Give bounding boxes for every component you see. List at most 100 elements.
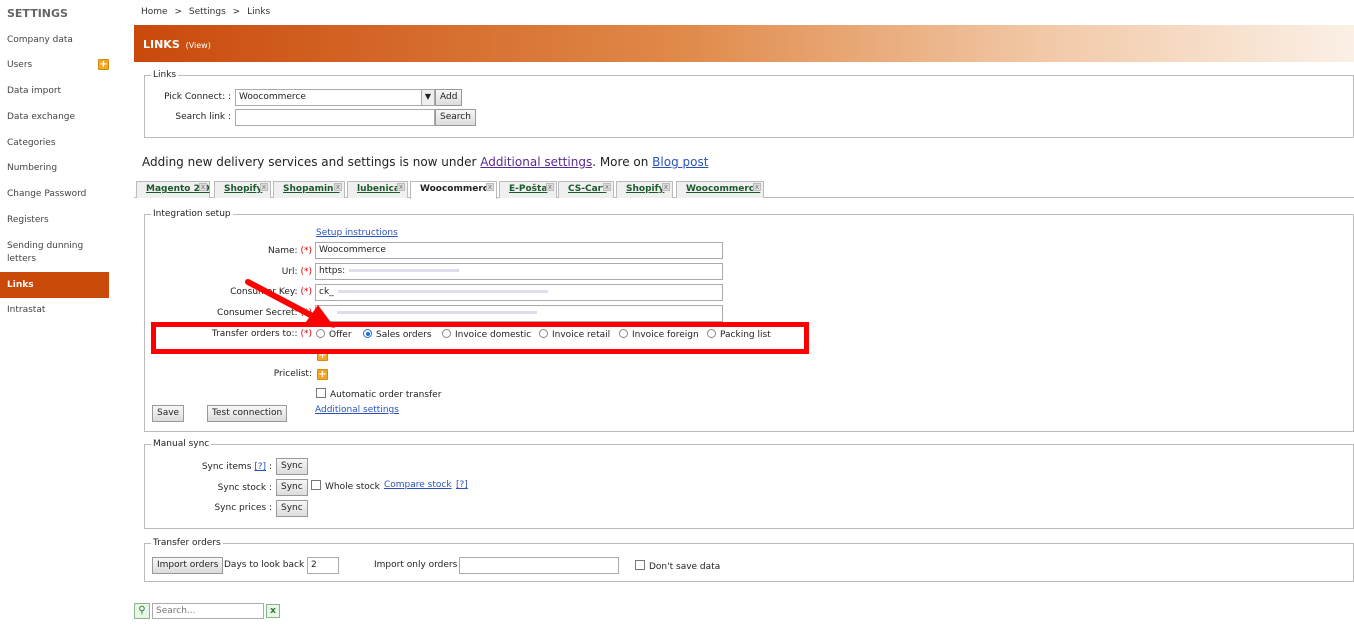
- breadcrumb-links: Links: [247, 7, 271, 17]
- pick-connect-label: Pick Connect: :: [164, 92, 231, 102]
- name-label: Name: (*): [200, 246, 312, 256]
- tab-woocommerce-2[interactable]: Woocommerce x: [676, 181, 764, 198]
- days-look-back-input[interactable]: 2: [307, 557, 339, 574]
- sync-stock-button[interactable]: Sync: [276, 479, 308, 496]
- sidebar-item-data-exchange[interactable]: Data exchange: [0, 111, 109, 124]
- close-icon[interactable]: x: [199, 183, 207, 191]
- sidebar-item-users[interactable]: Users +: [0, 59, 109, 72]
- additional-settings-link[interactable]: Additional settings: [480, 155, 592, 169]
- consumer-key-input[interactable]: ck_: [315, 284, 723, 301]
- tab-bar: Magento 2.0 x Shopify x Shopamine x lubenic…: [134, 179, 1354, 199]
- test-connection-button[interactable]: Test connection: [207, 405, 288, 422]
- whole-stock-checkbox[interactable]: Whole stock: [311, 480, 380, 492]
- import-orders-button[interactable]: Import orders: [152, 557, 224, 574]
- tab-label: Woocommerce: [420, 184, 495, 194]
- tab-label: lubenica: [357, 184, 400, 194]
- tab-label: Woocommerce: [686, 184, 761, 194]
- compare-stock-link[interactable]: Compare stock: [384, 480, 452, 490]
- close-icon[interactable]: x: [603, 183, 611, 191]
- page-title: LINKS (View): [143, 38, 211, 51]
- name-label-text: Name:: [268, 246, 298, 256]
- tab-label: Shopify: [224, 184, 263, 194]
- search-button[interactable]: Search: [435, 109, 476, 126]
- checkbox-label: Automatic order transfer: [330, 390, 442, 400]
- sidebar-item-data-import[interactable]: Data import: [0, 85, 109, 98]
- tab-shopify-2[interactable]: Shopify x: [616, 181, 673, 198]
- import-only-orders-label: Import only orders :: [374, 560, 464, 570]
- sidebar-item-company-data[interactable]: Company data: [0, 34, 109, 47]
- setup-instructions-link[interactable]: Setup instructions: [316, 228, 398, 238]
- sidebar-item-change-password[interactable]: Change Password: [0, 188, 109, 201]
- close-icon[interactable]: x: [753, 183, 761, 191]
- pick-connect-select[interactable]: Woocommerce ▼: [235, 89, 435, 106]
- tab-magento[interactable]: Magento 2.0 x: [136, 181, 210, 198]
- consumer-secret-input[interactable]: [315, 305, 723, 322]
- breadcrumb-separator: >: [232, 7, 241, 17]
- checkbox[interactable]: [635, 560, 645, 570]
- redacted-text: [349, 269, 460, 272]
- redacted-text: [337, 311, 537, 314]
- automatic-order-transfer-checkbox[interactable]: Automatic order transfer: [316, 388, 441, 400]
- blog-post-link[interactable]: Blog post: [652, 155, 708, 169]
- sidebar-item-numbering[interactable]: Numbering: [0, 162, 109, 175]
- notice-text-part: Adding new delivery services and setting…: [142, 155, 481, 169]
- add-user-icon[interactable]: +: [98, 59, 109, 70]
- close-icon[interactable]: x: [486, 183, 494, 191]
- add-pricelist-icon[interactable]: +: [317, 369, 328, 380]
- close-icon[interactable]: x: [397, 183, 405, 191]
- checkbox[interactable]: [311, 480, 321, 490]
- links-legend: Links: [153, 70, 177, 80]
- tab-shopamine[interactable]: Shopamine x: [273, 181, 345, 198]
- clear-icon[interactable]: x: [266, 604, 280, 618]
- tab-e-posta[interactable]: E-Pošta x: [499, 181, 557, 198]
- page-header: LINKS (View): [134, 25, 1354, 62]
- url-input[interactable]: https:: [315, 263, 723, 280]
- sidebar-item-label: Users: [7, 60, 33, 70]
- breadcrumb-settings[interactable]: Settings: [189, 7, 226, 17]
- sidebar-title: SETTINGS: [7, 7, 68, 20]
- add-button[interactable]: Add: [435, 89, 463, 106]
- tab-cs-cart[interactable]: CS-Cart x: [558, 181, 614, 198]
- sidebar-item-intrastat[interactable]: Intrastat: [0, 304, 109, 317]
- help-link[interactable]: [?]: [456, 480, 468, 490]
- tab-label: E-Pošta: [509, 184, 548, 194]
- chevron-down-icon[interactable]: ▼: [421, 90, 434, 105]
- view-link[interactable]: (View): [186, 41, 211, 50]
- transfer-orders-legend: Transfer orders: [153, 538, 221, 548]
- name-input[interactable]: Woocommerce: [315, 242, 723, 259]
- tab-label: Shopamine: [283, 184, 340, 194]
- search-icon[interactable]: ⚲: [134, 603, 150, 619]
- notice-text: Adding new delivery services and setting…: [142, 155, 708, 169]
- sidebar-item-categories[interactable]: Categories: [0, 137, 109, 150]
- tab-shopify[interactable]: Shopify x: [214, 181, 271, 198]
- sidebar-item-links[interactable]: Links: [0, 272, 109, 298]
- annotation-arrow-icon: [245, 279, 335, 328]
- help-link[interactable]: [?]: [254, 462, 266, 472]
- pick-connect-value: Woocommerce: [239, 92, 306, 102]
- bottom-search-input[interactable]: [152, 603, 264, 619]
- sidebar-item-sending-dunning-letters[interactable]: Sending dunning letters: [0, 240, 100, 266]
- sync-items-label-text: Sync items: [201, 462, 252, 472]
- sync-stock-label: Sync stock :: [217, 483, 272, 493]
- import-only-orders-input[interactable]: [459, 557, 619, 574]
- close-icon[interactable]: x: [334, 183, 342, 191]
- tab-woocommerce-active[interactable]: Woocommerce x: [410, 181, 497, 199]
- sync-prices-label: Sync prices :: [214, 503, 272, 513]
- save-button[interactable]: Save: [152, 405, 185, 422]
- search-link-label: Search link :: [175, 112, 231, 122]
- manual-sync-legend: Manual sync: [153, 439, 210, 449]
- sidebar-item-registers[interactable]: Registers: [0, 214, 109, 227]
- breadcrumb-home[interactable]: Home: [141, 7, 168, 17]
- close-icon[interactable]: x: [260, 183, 268, 191]
- search-link-input[interactable]: [235, 109, 435, 126]
- required-marker: (*): [300, 246, 312, 256]
- sync-prices-button[interactable]: Sync: [276, 500, 308, 517]
- dont-save-data-checkbox[interactable]: Don't save data: [635, 560, 720, 572]
- tab-lubenica[interactable]: lubenica x: [347, 181, 408, 198]
- checkbox[interactable]: [316, 388, 326, 398]
- additional-settings-link-2[interactable]: Additional settings: [315, 405, 399, 415]
- close-icon[interactable]: x: [546, 183, 554, 191]
- sync-items-button[interactable]: Sync: [276, 458, 308, 475]
- redacted-text: [337, 290, 548, 293]
- close-icon[interactable]: x: [662, 183, 670, 191]
